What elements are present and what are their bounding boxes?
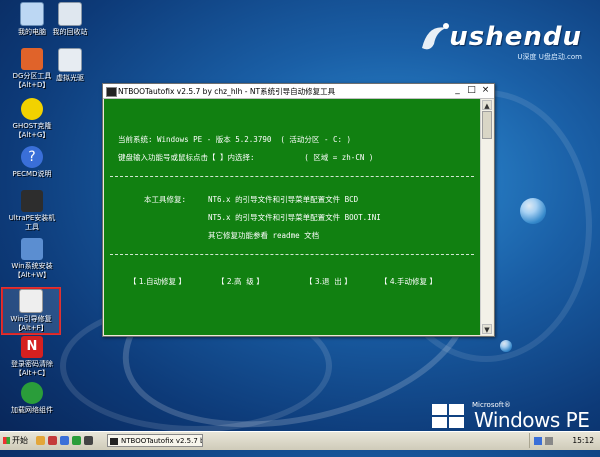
console-icon [110,438,118,445]
divider-line [110,176,474,177]
desktop-icon-recycle-bin[interactable]: 我的回收站 [42,2,98,37]
windows-setup-icon [21,238,43,260]
desktop-icon-boot-repair[interactable]: Win引导修复 【Alt+F】 [1,287,61,335]
recycle-bin-icon [58,2,82,26]
maximize-button[interactable]: □ [465,85,478,96]
start-label: 开始 [12,436,28,445]
water-drop [500,340,512,352]
taskbar: 开始 NTBOOTautofix v2.5.7 b... 15:12 [0,431,600,450]
system-tray: 15:12 [529,433,600,448]
console-icon [106,87,117,97]
computer-icon [20,2,44,26]
repair-label: 本工具修复: [144,195,191,204]
nt6-repair-line: NT6.x 的引导文件和引导菜单配置文件 BCD [208,195,359,204]
tray-volume-icon[interactable] [545,437,553,445]
ntbootautofix-window[interactable]: NTBOOTautofix v2.5.7 by chz_hlh - NT系统引导… [102,83,495,337]
taskbar-button-ntbootautofix[interactable]: NTBOOTautofix v2.5.7 b... [107,434,203,447]
start-button[interactable]: 开始 [2,434,32,447]
vertical-scrollbar[interactable]: ▲ ▼ [480,99,493,335]
minimize-button[interactable]: _ [451,85,464,96]
ushendu-logo: ushendu U深度 U盘启动.com [422,18,582,61]
quicklaunch-app-icon[interactable] [60,436,69,445]
desktop-icon-label: GHOST克隆 【Alt+G】 [12,122,52,139]
console-area[interactable]: 当前系统: Windows PE - 版本 5.2.3790 ( 活动分区 - … [104,99,480,335]
task-label: NTBOOTautofix v2.5.7 b... [121,437,203,445]
water-drop [520,198,546,224]
desktop-icon-virtual-drive[interactable]: 虚拟光驱 [42,48,98,83]
quicklaunch-folder-icon[interactable] [36,436,45,445]
desktop-icon-pecmd-help[interactable]: ? PECMD说明 [4,146,60,179]
desktop-icon-label: UltraPE安装机 工具 [8,214,56,231]
logo-text: ushendu [449,22,582,52]
desktop-icon-network[interactable]: 加载网络组件 [4,382,60,415]
nt5-repair-line: NT5.x 的引导文件和引导菜单配置文件 BOOT.INI [208,213,381,222]
desktop-icon-label: 加载网络组件 [11,406,53,414]
menu-auto-repair[interactable]: 【 1.自动修复 】 [129,276,186,287]
quicklaunch-console-icon[interactable] [84,436,93,445]
quicklaunch-app-icon[interactable] [48,436,57,445]
windows-pe-text: Windows PE [474,408,590,432]
ghost-icon [21,98,43,120]
window-title: NTBOOTautofix v2.5.7 by chz_hlh - NT系统引导… [118,87,336,96]
menu-manual-repair[interactable]: 【 4.手动修复 】 [380,276,437,287]
desktop-icon-label: 虚拟光驱 [56,74,84,82]
desktop-icon-label: Win引导修复 【Alt+F】 [10,315,52,332]
desktop-icon-ultrape-installer[interactable]: UltraPE安装机 工具 [4,190,60,232]
scroll-down-arrow-icon[interactable]: ▼ [482,324,492,334]
boot-repair-icon [19,289,43,313]
clock: 15:12 [572,436,594,445]
desktop-icon-label: Win系统安装 【Alt+W】 [11,262,53,279]
desktop-icon-ghost[interactable]: GHOST克隆 【Alt+G】 [4,98,60,140]
logo-subtitle: U深度 U盘启动.com [517,53,582,61]
tray-network-icon[interactable] [534,437,542,445]
menu-exit[interactable]: 【 3.退 出 】 [305,276,352,287]
desktop-icon-label: 登录密码清除 【Alt+C】 [11,360,53,377]
desktop-icon-password-clear[interactable]: N 登录密码清除 【Alt+C】 [4,336,60,378]
start-icon [3,437,10,444]
divider-line [110,254,474,255]
menu-advanced[interactable]: 【 2.高 级 】 [217,276,264,287]
close-button[interactable]: × [479,85,492,96]
input-prompt-line: 键盘输入功能号或鼠标点击【 】内选择: ( 区域 = zh-CN ) [118,153,374,162]
current-system-line: 当前系统: Windows PE - 版本 5.2.3790 ( 活动分区 - … [118,135,352,144]
quicklaunch-app-icon[interactable] [72,436,81,445]
scroll-up-arrow-icon[interactable]: ▲ [482,100,492,110]
desktop-icon-label: 我的回收站 [52,28,88,36]
desktop-icon-win-setup[interactable]: Win系统安装 【Alt+W】 [4,238,60,280]
password-clear-icon: N [21,336,43,358]
help-icon: ? [21,146,43,168]
window-titlebar[interactable]: NTBOOTautofix v2.5.7 by chz_hlh - NT系统引导… [103,84,494,99]
installer-icon [21,190,43,212]
virtual-drive-icon [58,48,82,72]
partition-tool-icon [21,48,43,70]
desktop-icon-label: PECMD说明 [12,170,52,178]
windows-logo-icon [432,404,464,428]
other-functions-line: 其它修复功能参看 readme 文档 [208,231,320,240]
scroll-thumb[interactable] [482,111,492,139]
network-icon [21,382,43,404]
